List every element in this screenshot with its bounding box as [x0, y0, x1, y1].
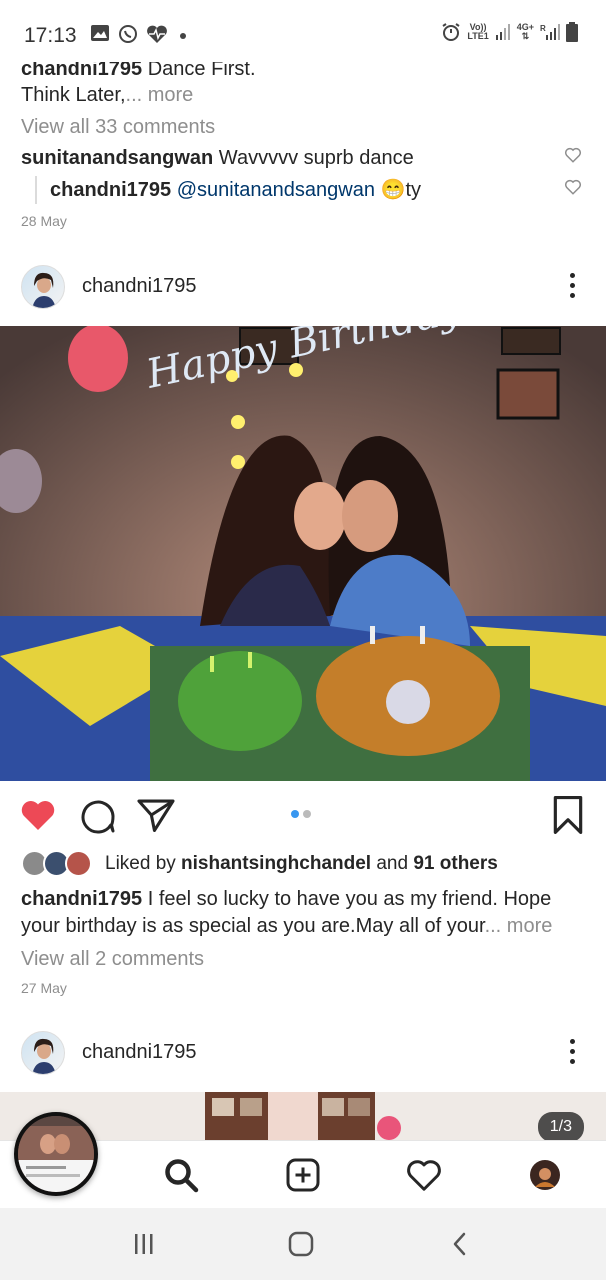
system-nav-bar — [0, 1208, 606, 1280]
status-right: Vo)) LTE1 4G+ ⇅ R — [441, 22, 578, 42]
back-button[interactable] — [440, 1230, 480, 1258]
likes-summary[interactable]: Liked by nishantsinghchandel and 91 othe… — [105, 852, 498, 876]
prev-caption-text: Dance First. — [142, 62, 256, 80]
svg-text:R: R — [540, 24, 546, 33]
birthday-photo: Happy Birthday — [0, 326, 606, 781]
carousel-dot-active — [291, 810, 299, 818]
post-caption: chandni1795 I feel so lucky to have you … — [21, 886, 551, 912]
recent-apps-icon — [135, 1234, 153, 1254]
liker-username[interactable]: nishantsinghchandel — [181, 853, 371, 874]
prev-post-date: 28 May — [21, 213, 67, 229]
next-post-header: chandni1795 — [0, 1031, 606, 1091]
prev-view-comments[interactable]: View all 33 comments — [21, 114, 215, 140]
recent-apps-button[interactable] — [124, 1230, 164, 1258]
next-post-username[interactable]: chandni1795 — [82, 1041, 197, 1064]
bookmark-icon[interactable] — [552, 796, 584, 834]
post-caption-line2: your birthday is as special as you are.M… — [21, 913, 552, 939]
battery-icon — [566, 22, 578, 42]
activity-heart-icon — [407, 1160, 441, 1191]
avatar[interactable] — [21, 265, 65, 309]
caption-text-line2: your birthday is as special as you are.M… — [21, 915, 485, 937]
liker-avatars[interactable] — [21, 850, 97, 878]
prev-comment: sunitanandsangwan Wavvvvv suprb dance — [21, 145, 414, 171]
notification-dot-icon — [180, 33, 186, 39]
add-post-icon — [286, 1158, 320, 1192]
prev-caption: chandni1795 Dance First. — [21, 62, 256, 82]
nav-search[interactable] — [161, 1155, 201, 1195]
status-time: 17:13 — [24, 24, 77, 47]
reply-username[interactable]: chandni1795 — [50, 179, 171, 201]
signal-2-icon: R — [540, 24, 560, 40]
like-heart-icon[interactable] — [20, 798, 56, 832]
post-header: chandni1795 — [0, 265, 606, 325]
comment-icon[interactable] — [80, 798, 116, 834]
liker-avatar — [65, 850, 92, 877]
nav-profile[interactable] — [525, 1155, 565, 1195]
reply-indent-bar — [35, 176, 37, 204]
reply-text: ty — [405, 179, 421, 201]
prev-caption-username[interactable]: chandni1795 — [21, 62, 142, 80]
caption-more-link[interactable]: ... more — [485, 915, 553, 937]
whatsapp-icon — [119, 25, 137, 43]
share-icon[interactable] — [137, 798, 175, 832]
alarm-icon — [442, 23, 460, 41]
post-username[interactable]: chandni1795 — [82, 275, 197, 298]
back-chevron-icon — [453, 1232, 466, 1256]
bubble-thumbnail — [18, 1116, 94, 1192]
nav-new-post[interactable] — [283, 1155, 323, 1195]
home-button[interactable] — [281, 1230, 321, 1258]
floating-home-bubble[interactable] — [14, 1112, 98, 1196]
reply-mention[interactable]: @sunitanandsangwan — [177, 179, 375, 201]
carousel-dot — [303, 810, 311, 818]
status-bar: 17:13 Vo)) LTE1 4G+ ⇅ R — [0, 0, 606, 62]
comment-like-heart-icon[interactable] — [564, 146, 582, 164]
post-view-comments[interactable]: View all 2 comments — [21, 946, 204, 972]
post-date: 27 May — [21, 980, 67, 996]
more-options-icon[interactable] — [568, 273, 576, 301]
post-photo[interactable]: Happy Birthday — [0, 326, 606, 781]
profile-avatar-icon — [530, 1160, 560, 1190]
signal-icon — [495, 24, 510, 40]
comment-username[interactable]: sunitanandsangwan — [21, 147, 213, 169]
network-label-1: Vo)) LTE1 — [467, 22, 489, 41]
prev-caption-line2-text: Think Later, — [21, 84, 126, 106]
carousel-indicator — [291, 810, 311, 818]
network-label-2: 4G+ ⇅ — [516, 22, 534, 41]
reply-like-heart-icon[interactable] — [564, 178, 582, 196]
caption-text-line1: I feel so lucky to have you as my friend… — [142, 888, 552, 910]
post-actions — [0, 794, 606, 840]
nav-activity[interactable] — [404, 1155, 444, 1195]
next-more-options-icon[interactable] — [568, 1039, 576, 1067]
prev-more-link[interactable]: ... more — [126, 84, 194, 106]
prev-reply: chandni1795 @sunitanandsangwan 😁ty — [50, 177, 421, 203]
comment-text: Wavvvvv suprb dance — [213, 147, 414, 169]
next-post-avatar[interactable] — [21, 1031, 65, 1075]
search-icon — [165, 1159, 199, 1193]
gallery-icon — [91, 25, 109, 41]
likes-others[interactable]: 91 others — [413, 853, 497, 874]
carousel-count-badge: 1/3 — [537, 1112, 584, 1140]
health-heart-icon — [147, 25, 167, 43]
prev-caption-line2: Think Later,... more — [21, 82, 193, 108]
feed[interactable]: chandni1795 Dance First. Think Later,...… — [0, 62, 606, 1140]
likes-and: and — [371, 853, 414, 874]
likes-prefix: Liked by — [105, 853, 182, 874]
reply-emoji: 😁 — [380, 179, 406, 201]
caption-username[interactable]: chandni1795 — [21, 888, 142, 910]
home-icon — [288, 1231, 314, 1257]
